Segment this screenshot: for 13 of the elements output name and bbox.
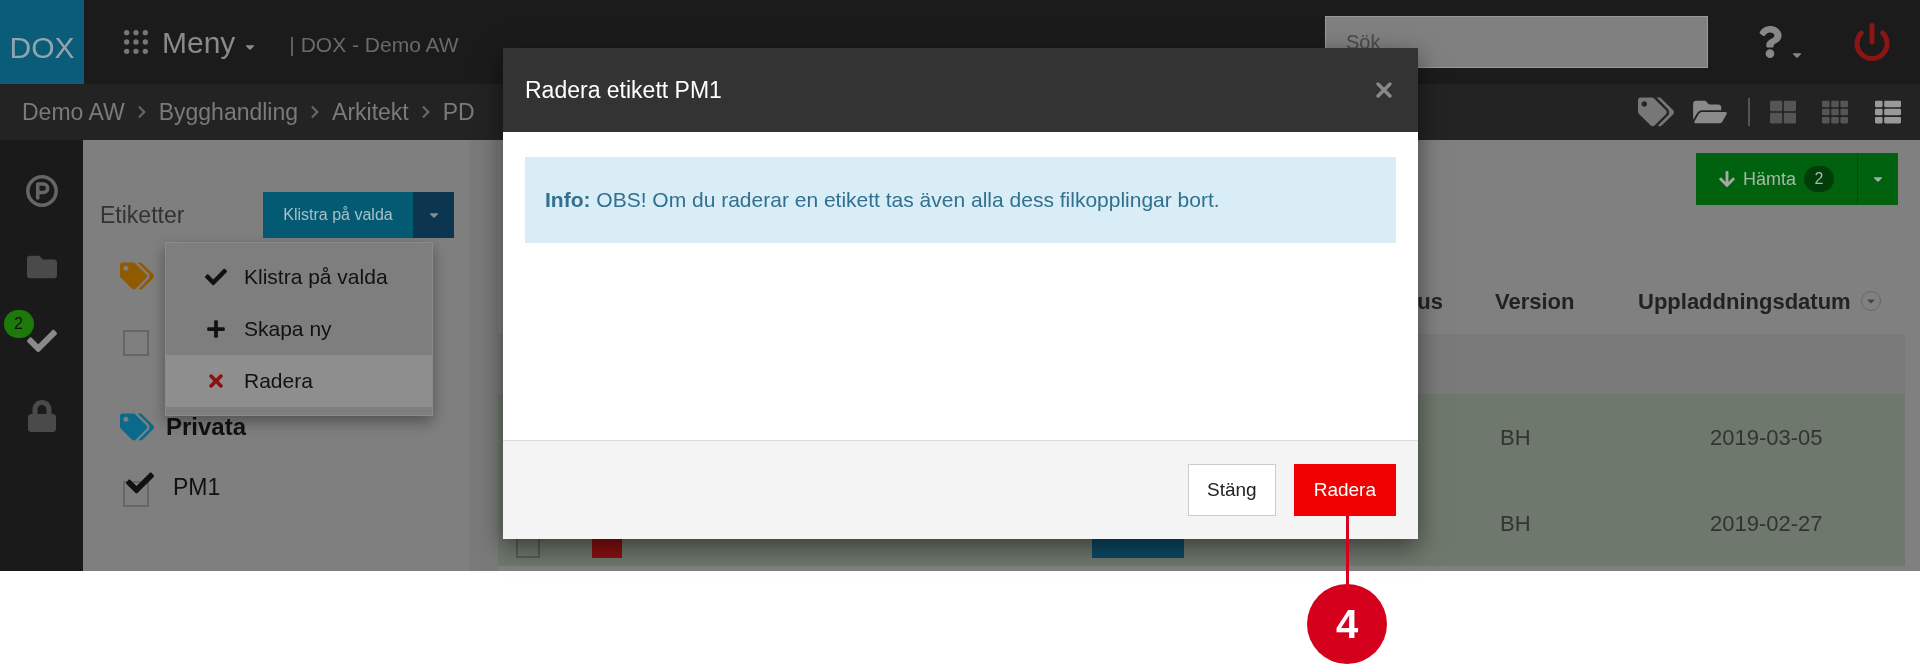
table-cell-text: BH <box>1499 509 1532 538</box>
table-cell-text: 2019-02-27 <box>1709 509 1824 538</box>
panel-title: Etiketter <box>100 200 185 230</box>
site-name: | DOX - Demo AW <box>289 32 459 59</box>
table-cell-text: BH <box>1499 423 1532 452</box>
table-cell-text: 2019-03-05 <box>1709 423 1824 452</box>
download-label: Hämta <box>1743 167 1796 191</box>
dialog-title: Radera etikett PM1 <box>525 75 722 105</box>
step-number: 4 <box>1307 584 1387 664</box>
count-badge: 2 <box>3 310 34 338</box>
group-title: Privata <box>166 412 247 442</box>
info-message: Info: OBS! Om du raderar en etikett tas även alla dess filkopplingar bort. <box>545 187 1220 214</box>
count-badge: 2 <box>1804 166 1834 192</box>
